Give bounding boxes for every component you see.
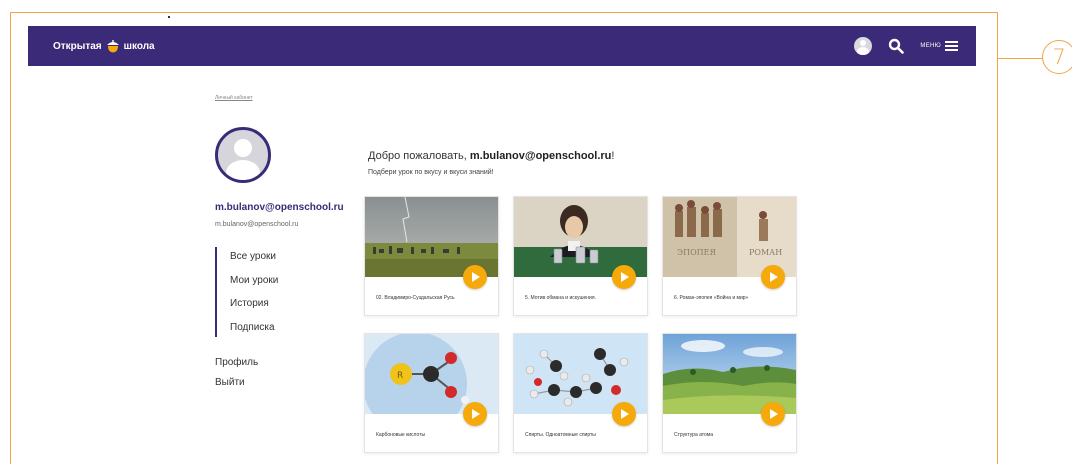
menu-label[interactable]: МЕНЮ	[920, 43, 941, 49]
lesson-card-title: 02. Владимиро-Суздальская Русь	[376, 295, 455, 301]
profile-email: m.bulanov@openschool.ru	[215, 221, 299, 228]
welcome-subtitle: Подбери урок по вкусу и вкуси знаний!	[368, 169, 494, 176]
nav-my-lessons[interactable]: Мои уроки	[230, 271, 278, 295]
lesson-card-title: 5. Мотив обмана и искушения.	[525, 295, 596, 301]
profile-link[interactable]: Профиль	[215, 357, 258, 368]
play-icon[interactable]	[612, 265, 636, 289]
lesson-nav: Все уроки Мои уроки История Подписка	[215, 247, 278, 337]
lesson-card[interactable]: ЭПОПЕЯ РОМАН 6. Роман-эпопея «Война и ми…	[662, 196, 797, 316]
logout-link[interactable]: Выйти	[215, 377, 245, 388]
lesson-card[interactable]: R Карбоновые кислоты	[364, 333, 499, 453]
lesson-card[interactable]: 02. Владимиро-Суздальская Русь	[364, 196, 499, 316]
welcome-user: m.bulanov@openschool.ru	[469, 150, 612, 162]
lesson-card[interactable]: Спирты. Одноатомные спирты	[513, 333, 648, 453]
user-avatar-icon[interactable]	[854, 37, 873, 55]
page: 7 Открытая школа МЕНЮ Личный кабинет m.b…	[0, 0, 1072, 464]
play-icon[interactable]	[463, 265, 487, 289]
lesson-card[interactable]: Структура атома	[662, 333, 797, 453]
play-icon[interactable]	[463, 402, 487, 426]
stray-dot	[168, 16, 170, 18]
nav-all-lessons[interactable]: Все уроки	[230, 247, 278, 271]
callout-number: 7	[1042, 40, 1072, 74]
brand-text-right: школа	[123, 40, 155, 52]
screenshot-frame	[10, 12, 998, 464]
hamburger-menu-icon[interactable]	[945, 41, 958, 51]
welcome-exclaim: !	[611, 150, 615, 162]
play-icon[interactable]	[761, 265, 785, 289]
top-header: Открытая школа МЕНЮ	[28, 26, 976, 66]
play-icon[interactable]	[761, 402, 785, 426]
lesson-card-title: Карбоновые кислоты	[376, 432, 426, 438]
atom-r-label: R	[397, 371, 403, 381]
acorn-logo-icon	[106, 39, 119, 52]
brand-logo[interactable]: Открытая школа	[53, 26, 155, 66]
profile-avatar	[215, 127, 271, 183]
lesson-card[interactable]: 5. Мотив обмана и искушения.	[513, 196, 648, 316]
welcome-greeting: Добро пожаловать,	[368, 150, 470, 162]
brand-text-left: Открытая	[53, 40, 102, 52]
nav-history[interactable]: История	[230, 294, 278, 318]
lesson-card-title: 6. Роман-эпопея «Война и мир»	[674, 295, 749, 301]
callout-line	[998, 58, 1042, 59]
welcome-heading: Добро пожаловать, m.bulanov@openschool.r…	[368, 150, 614, 162]
breadcrumb[interactable]: Личный кабинет	[215, 95, 253, 101]
play-icon[interactable]	[612, 402, 636, 426]
profile-name: m.bulanov@openschool.ru	[215, 202, 344, 213]
nav-subscription[interactable]: Подписка	[230, 318, 278, 342]
search-icon[interactable]	[888, 38, 905, 54]
lesson-card-title: Структура атома	[674, 432, 714, 438]
header-actions: МЕНЮ	[854, 26, 958, 66]
thumb-text-novel: РОМАН	[749, 248, 782, 257]
lesson-card-title: Спирты. Одноатомные спирты	[525, 432, 596, 438]
thumb-text-epic: ЭПОПЕЯ	[677, 248, 716, 257]
